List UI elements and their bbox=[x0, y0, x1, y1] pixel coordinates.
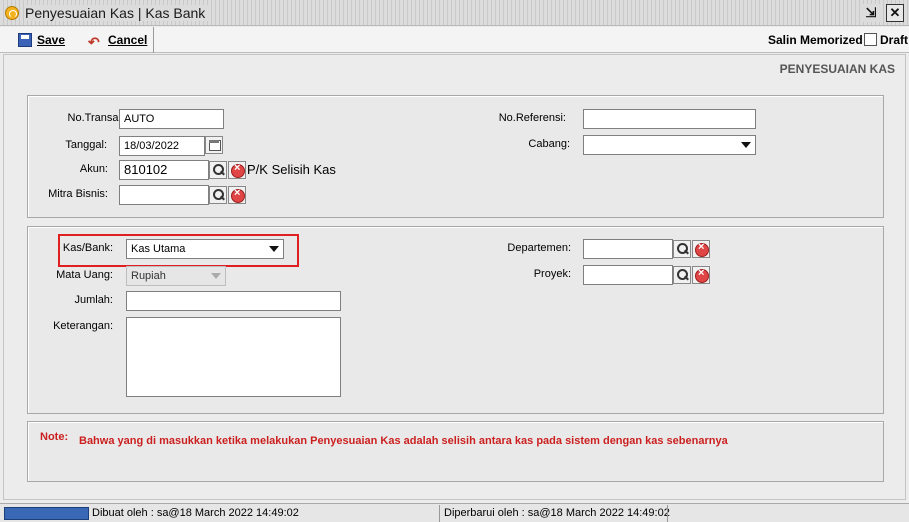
calendar-icon[interactable] bbox=[205, 136, 223, 154]
progress-bar bbox=[4, 507, 89, 520]
tanggal-label: Tanggal: bbox=[65, 139, 107, 151]
cabang-label: Cabang: bbox=[528, 138, 570, 150]
tanggal-input[interactable]: 18/03/2022 bbox=[119, 136, 205, 156]
close-icon[interactable]: ✕ bbox=[886, 4, 904, 22]
mata-uang-label: Mata Uang: bbox=[56, 269, 113, 281]
departemen-clear-icon[interactable] bbox=[692, 240, 710, 258]
mitra-clear-icon[interactable] bbox=[228, 186, 246, 204]
cancel-button[interactable]: ↶ Cancel bbox=[88, 30, 147, 50]
akun-name: P/K Selisih Kas bbox=[247, 162, 336, 177]
title-bar: Penyesuaian Kas | Kas Bank ⇲ ✕ bbox=[0, 0, 909, 26]
status-divider bbox=[667, 505, 668, 522]
departemen-label: Departemen: bbox=[507, 242, 571, 254]
save-button[interactable]: Save bbox=[18, 30, 65, 50]
detail-panel: Kas/Bank: Kas Utama Mata Uang: Rupiah Ju… bbox=[27, 226, 884, 414]
jumlah-label: Jumlah: bbox=[74, 294, 113, 306]
akun-label: Akun: bbox=[79, 163, 108, 175]
created-by-text: Dibuat oleh : sa@18 March 2022 14:49:02 bbox=[92, 507, 299, 519]
kas-bank-select[interactable]: Kas Utama bbox=[126, 239, 284, 259]
header-panel: No.Transaksi: AUTO Tanggal: 18/03/2022 A… bbox=[27, 95, 884, 218]
status-divider bbox=[439, 505, 440, 522]
note-label: Note: bbox=[40, 431, 69, 443]
no-referensi-label: No.Referensi: bbox=[498, 112, 566, 124]
departemen-input[interactable] bbox=[583, 239, 673, 259]
chevron-down-icon bbox=[269, 246, 279, 252]
application-window: Penyesuaian Kas | Kas Bank ⇲ ✕ Save ↶ Can… bbox=[0, 0, 909, 522]
toolbar-divider bbox=[153, 27, 154, 53]
departemen-search-icon[interactable] bbox=[673, 240, 691, 258]
proyek-search-icon[interactable] bbox=[673, 266, 691, 284]
form-area: PENYESUAIAN KAS No.Transaksi: AUTO Tangg… bbox=[3, 54, 906, 500]
jumlah-input[interactable] bbox=[126, 291, 341, 311]
akun-input[interactable]: 810102 bbox=[119, 160, 209, 180]
akun-clear-icon[interactable] bbox=[228, 161, 246, 179]
mata-uang-select: Rupiah bbox=[126, 266, 226, 286]
mitra-search-icon[interactable] bbox=[209, 186, 227, 204]
floppy-disk-icon bbox=[18, 33, 32, 47]
status-bar: Dibuat oleh : sa@18 March 2022 14:49:02 … bbox=[0, 503, 909, 522]
keterangan-textarea[interactable] bbox=[126, 317, 341, 397]
keterangan-label: Keterangan: bbox=[53, 320, 113, 332]
chevron-down-icon bbox=[211, 273, 221, 279]
proyek-clear-icon[interactable] bbox=[692, 266, 710, 284]
mitra-bisnis-label: Mitra Bisnis: bbox=[48, 188, 108, 200]
chevron-down-icon bbox=[741, 142, 751, 148]
restore-icon[interactable]: ⇲ bbox=[862, 4, 880, 22]
no-transaksi-input[interactable]: AUTO bbox=[119, 109, 224, 129]
app-icon bbox=[5, 6, 19, 20]
salin-memorized-button[interactable]: Salin Memorized bbox=[768, 33, 863, 47]
proyek-label: Proyek: bbox=[533, 268, 571, 280]
undo-arrow-icon: ↶ bbox=[88, 34, 100, 50]
note-panel: Note: Bahwa yang di masukkan ketika mela… bbox=[27, 421, 884, 482]
cancel-label: Cancel bbox=[108, 33, 148, 47]
save-label: Save bbox=[37, 33, 66, 47]
akun-search-icon[interactable] bbox=[209, 161, 227, 179]
kas-bank-label: Kas/Bank: bbox=[62, 242, 113, 254]
toolbar: Save ↶ Cancel Salin Memorized Draft bbox=[0, 27, 909, 53]
draft-checkbox[interactable] bbox=[864, 33, 877, 46]
mata-uang-value: Rupiah bbox=[131, 270, 166, 282]
draft-label: Draft bbox=[880, 33, 909, 47]
kas-bank-value: Kas Utama bbox=[131, 243, 186, 255]
proyek-input[interactable] bbox=[583, 265, 673, 285]
form-title: PENYESUAIAN KAS bbox=[779, 62, 895, 76]
cabang-select[interactable] bbox=[583, 135, 756, 155]
window-title: Penyesuaian Kas | Kas Bank bbox=[25, 5, 212, 21]
note-text: Bahwa yang di masukkan ketika melakukan … bbox=[79, 435, 728, 447]
mitra-bisnis-input[interactable] bbox=[119, 185, 209, 205]
no-referensi-input[interactable] bbox=[583, 109, 756, 129]
updated-by-text: Diperbarui oleh : sa@18 March 2022 14:49… bbox=[444, 507, 670, 519]
